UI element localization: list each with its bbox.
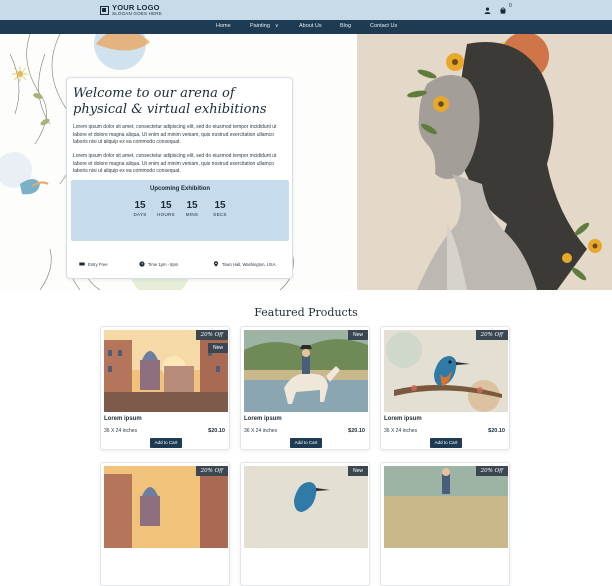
- product-name: Lorem ipsum: [104, 416, 142, 422]
- discount-badge: 20% Off: [195, 466, 228, 476]
- main-nav: Home Painting ∨ About Us Blog Contact Us: [0, 20, 612, 34]
- discount-badge: 20% Off: [195, 330, 228, 340]
- product-card[interactable]: 20% Off: [380, 462, 510, 586]
- hero-section: Welcome to our arena of physical & virtu…: [0, 34, 612, 290]
- new-badge: New: [207, 343, 228, 353]
- product-name: Lorem ipsum: [244, 416, 282, 422]
- nav-item-about[interactable]: About Us: [299, 23, 322, 29]
- product-price: $20.10: [208, 428, 225, 434]
- nav-item-blog[interactable]: Blog: [340, 23, 351, 29]
- product-image-city[interactable]: 20% Off: [104, 466, 228, 548]
- cart-icon[interactable]: [499, 7, 507, 14]
- product-size: 36 X 24 inches: [384, 428, 418, 434]
- map-pin-icon: [213, 261, 219, 267]
- discount-badge: 20% Off: [475, 330, 508, 340]
- nav-item-contact[interactable]: Contact Us: [370, 23, 397, 29]
- hero-portrait-artwork: [357, 34, 612, 290]
- product-price: $20.10: [488, 428, 505, 434]
- product-card[interactable]: 20% Off: [100, 462, 230, 586]
- nav-item-home[interactable]: Home: [216, 23, 231, 29]
- ticket-icon: [79, 262, 85, 266]
- countdown-mins: 15 MINS: [177, 200, 207, 217]
- exhibition-title: Upcoming Exhibition: [150, 186, 210, 192]
- new-badge: New: [347, 330, 368, 340]
- top-bar: YOUR LOGO SLOGAN GOES HERE 0: [0, 0, 612, 20]
- discount-badge: 20% Off: [475, 466, 508, 476]
- entry-info: Entry Free: [79, 261, 108, 267]
- hero-title: Welcome to our arena of physical & virtu…: [73, 86, 267, 117]
- clock-icon: [139, 261, 145, 267]
- countdown-secs: 15 SECS: [205, 200, 235, 217]
- logo[interactable]: YOUR LOGO SLOGAN GOES HERE: [100, 4, 162, 16]
- add-to-cart-button[interactable]: Add to Cart: [150, 438, 182, 448]
- product-size: 36 X 24 inches: [104, 428, 138, 434]
- countdown-secs-value: 15: [214, 200, 226, 211]
- product-image-bird[interactable]: 20% Off: [384, 330, 508, 412]
- location-text: Town Hall, Washington, USA.: [222, 261, 277, 267]
- chevron-down-icon: ∨: [274, 23, 279, 29]
- user-icon[interactable]: [484, 7, 491, 14]
- hero-paragraph-1: Lorem ipsum dolor sit amet, consectetur …: [73, 124, 277, 146]
- logo-slogan: SLOGAN GOES HERE: [112, 10, 162, 16]
- new-badge: New: [347, 466, 368, 476]
- product-image-city[interactable]: 20% Off New: [104, 330, 228, 412]
- countdown-mins-label: MINS: [185, 212, 199, 217]
- logo-mark: [100, 5, 109, 15]
- add-to-cart-button[interactable]: Add to Cart: [290, 438, 322, 448]
- featured-heading: Featured Products: [254, 306, 358, 319]
- product-card[interactable]: 20% Off New Lorem ipsum 36 X 24 inches $…: [100, 326, 230, 450]
- product-name: Lorem ipsum: [384, 416, 422, 422]
- entry-text: Entry Free: [88, 261, 108, 267]
- product-image-bird[interactable]: New: [244, 466, 368, 548]
- product-size: 36 X 24 inches: [244, 428, 278, 434]
- location-info: Town Hall, Washington, USA.: [213, 261, 277, 267]
- nav-item-painting-label: Painting: [250, 23, 270, 29]
- welcome-card: Welcome to our arena of physical & virtu…: [66, 77, 293, 279]
- product-image-horse[interactable]: New: [244, 330, 368, 412]
- countdown-mins-value: 15: [186, 200, 198, 211]
- product-card[interactable]: 20% Off Lorem ipsum 36 X 24 inches $20.1…: [380, 326, 510, 450]
- time-text: Time 1pm - 8pm: [148, 261, 179, 267]
- product-image-horse[interactable]: 20% Off: [384, 466, 508, 548]
- hero-paragraph-2: Lorem ipsum dolor sit amet, consectetur …: [73, 153, 277, 175]
- product-card[interactable]: New Lorem ipsum 36 X 24 inches $20.10 Ad…: [240, 326, 370, 450]
- add-to-cart-button[interactable]: Add to Cart: [430, 438, 462, 448]
- nav-item-painting[interactable]: Painting ∨: [250, 23, 279, 29]
- cart-count: 0: [509, 3, 512, 9]
- upcoming-exhibition-panel: Upcoming Exhibition 15 DAYS 15 HOURS 15 …: [71, 180, 289, 241]
- product-card[interactable]: New: [240, 462, 370, 586]
- time-info: Time 1pm - 8pm: [139, 261, 178, 267]
- countdown-secs-label: SECS: [213, 212, 227, 217]
- product-price: $20.10: [348, 428, 365, 434]
